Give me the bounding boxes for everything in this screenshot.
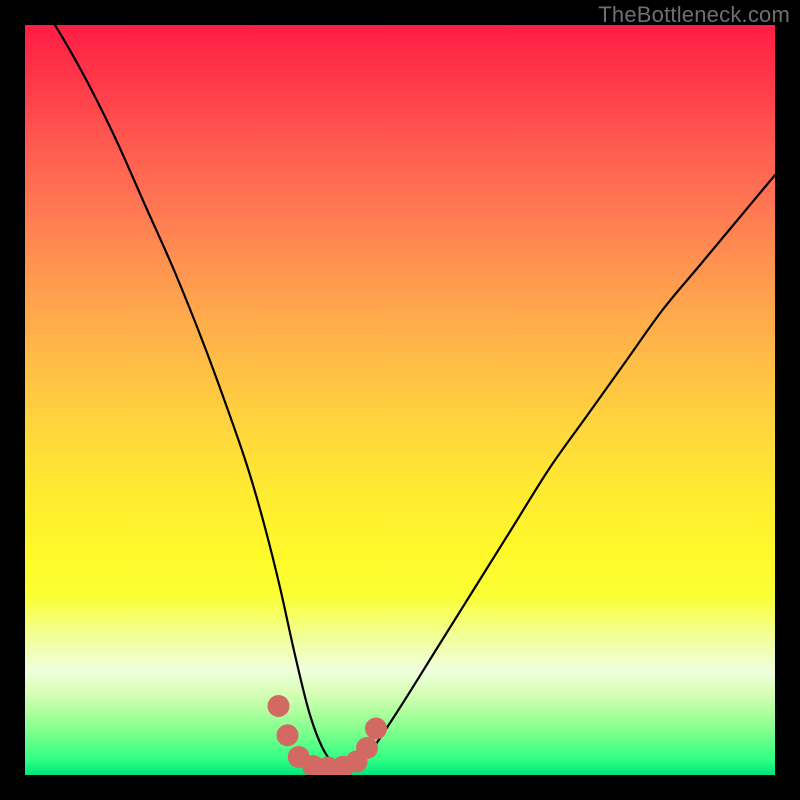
trough-dot	[277, 724, 299, 746]
trough-dot	[356, 737, 378, 759]
plot-area	[25, 25, 775, 775]
trough-dot	[365, 718, 387, 740]
trough-dot	[268, 695, 290, 717]
chart-frame: TheBottleneck.com	[0, 0, 800, 800]
curve-layer	[25, 25, 775, 775]
bottleneck-curve	[25, 25, 775, 769]
trough-markers	[268, 695, 388, 775]
